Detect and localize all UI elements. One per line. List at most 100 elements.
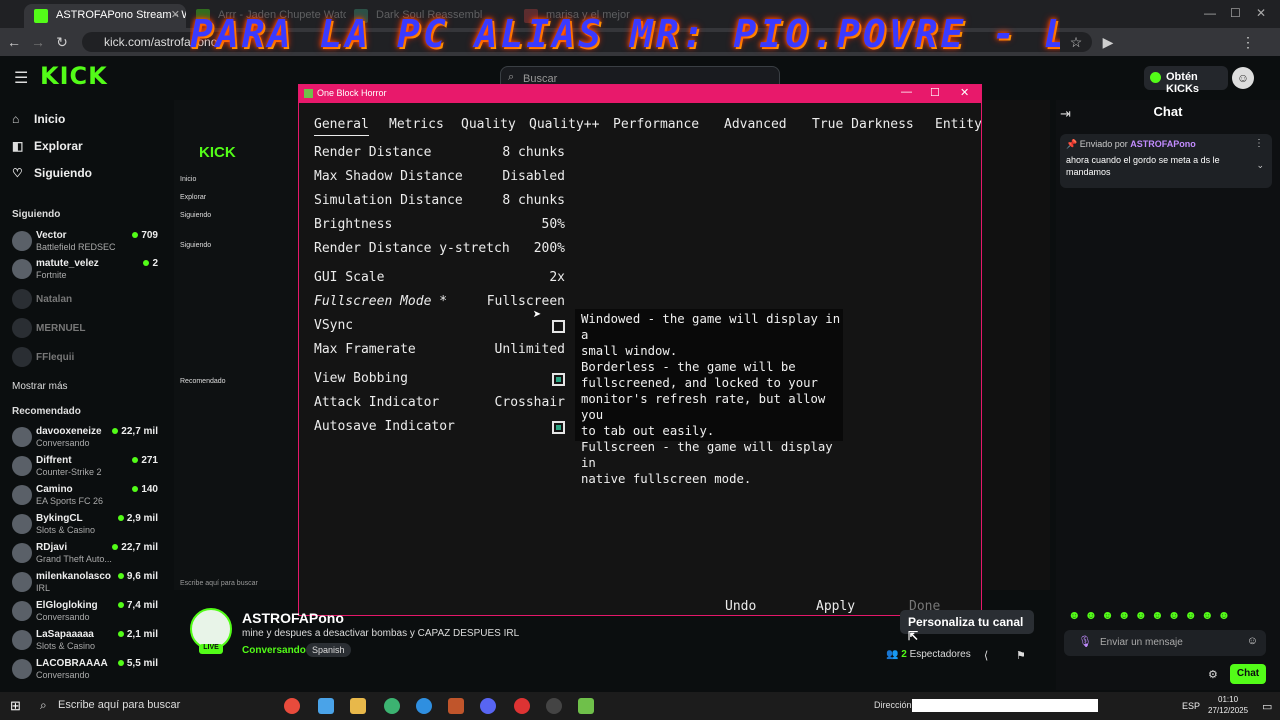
notification-icon[interactable]: ▭	[1262, 700, 1272, 713]
option-view-bobbing[interactable]: View Bobbing	[314, 371, 408, 386]
option-render-distance[interactable]: Render Distance	[314, 145, 431, 160]
user-avatar[interactable]: ☺	[1232, 67, 1254, 89]
mouse-cursor-icon: ➤	[533, 307, 542, 323]
share-icon[interactable]: ⟨	[984, 649, 988, 662]
app-icon[interactable]	[318, 698, 334, 714]
chrome-icon[interactable]	[284, 698, 300, 714]
list-item[interactable]: Diffrent Counter-Strike 2 271	[12, 453, 162, 481]
maximize-icon[interactable]: ☐	[1230, 6, 1241, 20]
tab-advanced[interactable]: Advanced	[724, 117, 787, 132]
list-item[interactable]: MERNUEL	[12, 315, 162, 343]
channel-name[interactable]: ASTROFAPono	[242, 610, 344, 626]
list-item[interactable]: matute_velez Fortnite 2	[12, 256, 162, 284]
sidebar-item-explorar[interactable]: ◧ Explorar	[12, 139, 83, 153]
chat-send-button[interactable]: Chat	[1230, 664, 1266, 684]
option-brightness[interactable]: Brightness	[314, 217, 392, 232]
windows-start-icon[interactable]: ⊞	[10, 698, 21, 714]
tab-true-darkness[interactable]: True Darkness	[812, 117, 914, 132]
discord-icon[interactable]	[480, 698, 496, 714]
sidebar-item-siguiendo[interactable]: ♡ Siguiendo	[12, 166, 92, 180]
reload-icon[interactable]: ↻	[54, 34, 70, 51]
tab-quality-plus[interactable]: Quality++	[529, 117, 599, 132]
sidebar-item-inicio[interactable]: ⌂ Inicio	[12, 112, 65, 126]
gear-icon[interactable]: ⚙	[1208, 668, 1218, 681]
edge-icon[interactable]	[416, 698, 432, 714]
option-autosave-indicator[interactable]: Autosave Indicator	[314, 419, 455, 434]
stream-title: mine y despues a desactivar bombas y CAP…	[242, 628, 520, 639]
app-icon[interactable]	[448, 698, 464, 714]
close-icon[interactable]: ✕	[960, 86, 969, 99]
chat-input[interactable]: 🎙 Enviar un mensaje ☺	[1064, 630, 1266, 656]
app-icon[interactable]	[546, 698, 562, 714]
hamburger-menu-icon[interactable]: ☰	[14, 68, 28, 88]
option-vsync[interactable]: VSync	[314, 318, 353, 333]
list-item[interactable]: Camino EA Sports FC 26 140	[12, 482, 162, 510]
autosave-indicator-checkbox[interactable]	[552, 421, 565, 434]
minecraft-icon[interactable]	[578, 698, 594, 714]
kick-logo[interactable]: KICK	[40, 62, 108, 90]
list-item[interactable]: davooxeneize Conversando 22,7 mil	[12, 424, 162, 452]
chrome-icon[interactable]	[514, 698, 530, 714]
nested-nav-item: Inicio	[180, 176, 197, 183]
minimize-icon[interactable]: —	[1204, 6, 1216, 20]
microphone-icon[interactable]: 🎙	[1078, 635, 1092, 648]
back-icon[interactable]: ←	[6, 34, 22, 50]
list-item[interactable]: ElGlogloking Conversando 7,4 mil	[12, 598, 162, 626]
extension-icon[interactable]: ▶	[1100, 34, 1116, 51]
input-language[interactable]: ESP	[1182, 701, 1200, 711]
forward-icon[interactable]: →	[30, 34, 46, 50]
option-fullscreen-mode[interactable]: Fullscreen Mode *	[314, 294, 447, 309]
menu-dots-icon[interactable]: ⋮	[1240, 34, 1256, 51]
minimize-icon[interactable]: —	[901, 86, 912, 98]
option-max-framerate[interactable]: Max Framerate	[314, 342, 416, 357]
option-gui-scale[interactable]: GUI Scale	[314, 270, 384, 285]
menu-dots-icon[interactable]: ⋮	[1254, 138, 1264, 149]
option-attack-indicator[interactable]: Attack Indicator	[314, 395, 439, 410]
option-simulation-distance[interactable]: Simulation Distance	[314, 193, 463, 208]
close-window-icon[interactable]: ✕	[1256, 6, 1266, 20]
tab-metrics[interactable]: Metrics	[389, 117, 444, 132]
option-max-shadow-distance[interactable]: Max Shadow Distance	[314, 169, 463, 184]
option-render-distance-y-stretch[interactable]: Render Distance y-stretch	[314, 241, 510, 256]
nested-header: Recomendado	[180, 378, 226, 385]
more-icon[interactable]: ⚑	[1016, 649, 1026, 662]
chevron-down-icon[interactable]: ⌄	[1256, 160, 1264, 171]
list-item[interactable]: Natalan	[12, 286, 162, 314]
customize-channel-button[interactable]: Personaliza tu canal ⇱	[900, 610, 1034, 643]
stream-category[interactable]: Conversando	[242, 645, 306, 656]
emoji-icon[interactable]: ☺	[1247, 635, 1258, 647]
taskbar-search[interactable]: ⌕ Escribe aquí para buscar	[32, 694, 212, 718]
list-item[interactable]: FFlequii	[12, 344, 162, 372]
option-value: Disabled	[502, 169, 565, 184]
tab-quality[interactable]: Quality	[461, 117, 516, 132]
app-icon[interactable]	[384, 698, 400, 714]
vsync-checkbox[interactable]	[552, 320, 565, 333]
folder-icon[interactable]	[350, 698, 366, 714]
list-item[interactable]: LaSapaaaaa Slots & Casino 2,1 mil	[12, 627, 162, 655]
tab-performance[interactable]: Performance	[613, 117, 699, 132]
undo-button[interactable]: Undo	[725, 599, 756, 614]
list-item[interactable]: RDjavi Grand Theft Auto... 22,7 mil	[12, 540, 162, 568]
view-bobbing-checkbox[interactable]	[552, 373, 565, 386]
list-item[interactable]: Vector Battlefield REDSEC 709	[12, 228, 162, 256]
system-clock[interactable]: 01:10 27/12/2025	[1208, 694, 1248, 716]
close-tab-icon[interactable]: ✕	[171, 8, 180, 21]
maximize-icon[interactable]: ☐	[930, 86, 940, 99]
nested-nav-item: Explorar	[180, 194, 207, 201]
tab-general[interactable]: General	[314, 117, 369, 136]
tab-entity[interactable]: Entity	[935, 117, 981, 132]
apply-button[interactable]: Apply	[816, 599, 855, 614]
following-header: Siguiendo	[12, 209, 61, 220]
address-toolbar-input[interactable]	[912, 699, 1098, 712]
game-app-icon	[304, 89, 313, 98]
list-item[interactable]: BykingCL Slots & Casino 2,9 mil	[12, 511, 162, 539]
language-tag[interactable]: Spanish	[306, 643, 351, 657]
list-item[interactable]: LACOBRAAAA Conversando 5,5 mil	[12, 656, 162, 684]
nested-chat-capture	[980, 100, 1050, 590]
list-item[interactable]: milenkanolasco IRL 9,6 mil	[12, 569, 162, 597]
star-icon[interactable]: ☆	[1068, 34, 1084, 51]
show-more-link[interactable]: Mostrar más	[12, 381, 68, 392]
obtain-kicks-button[interactable]: Obtén KICKs	[1144, 66, 1228, 95]
browser-tab[interactable]: ASTROFAPono Stream - Watch ✕	[24, 4, 186, 28]
emote-bar[interactable]: ☻☻☻☻☻☻☻☻☻☻	[1068, 608, 1274, 624]
